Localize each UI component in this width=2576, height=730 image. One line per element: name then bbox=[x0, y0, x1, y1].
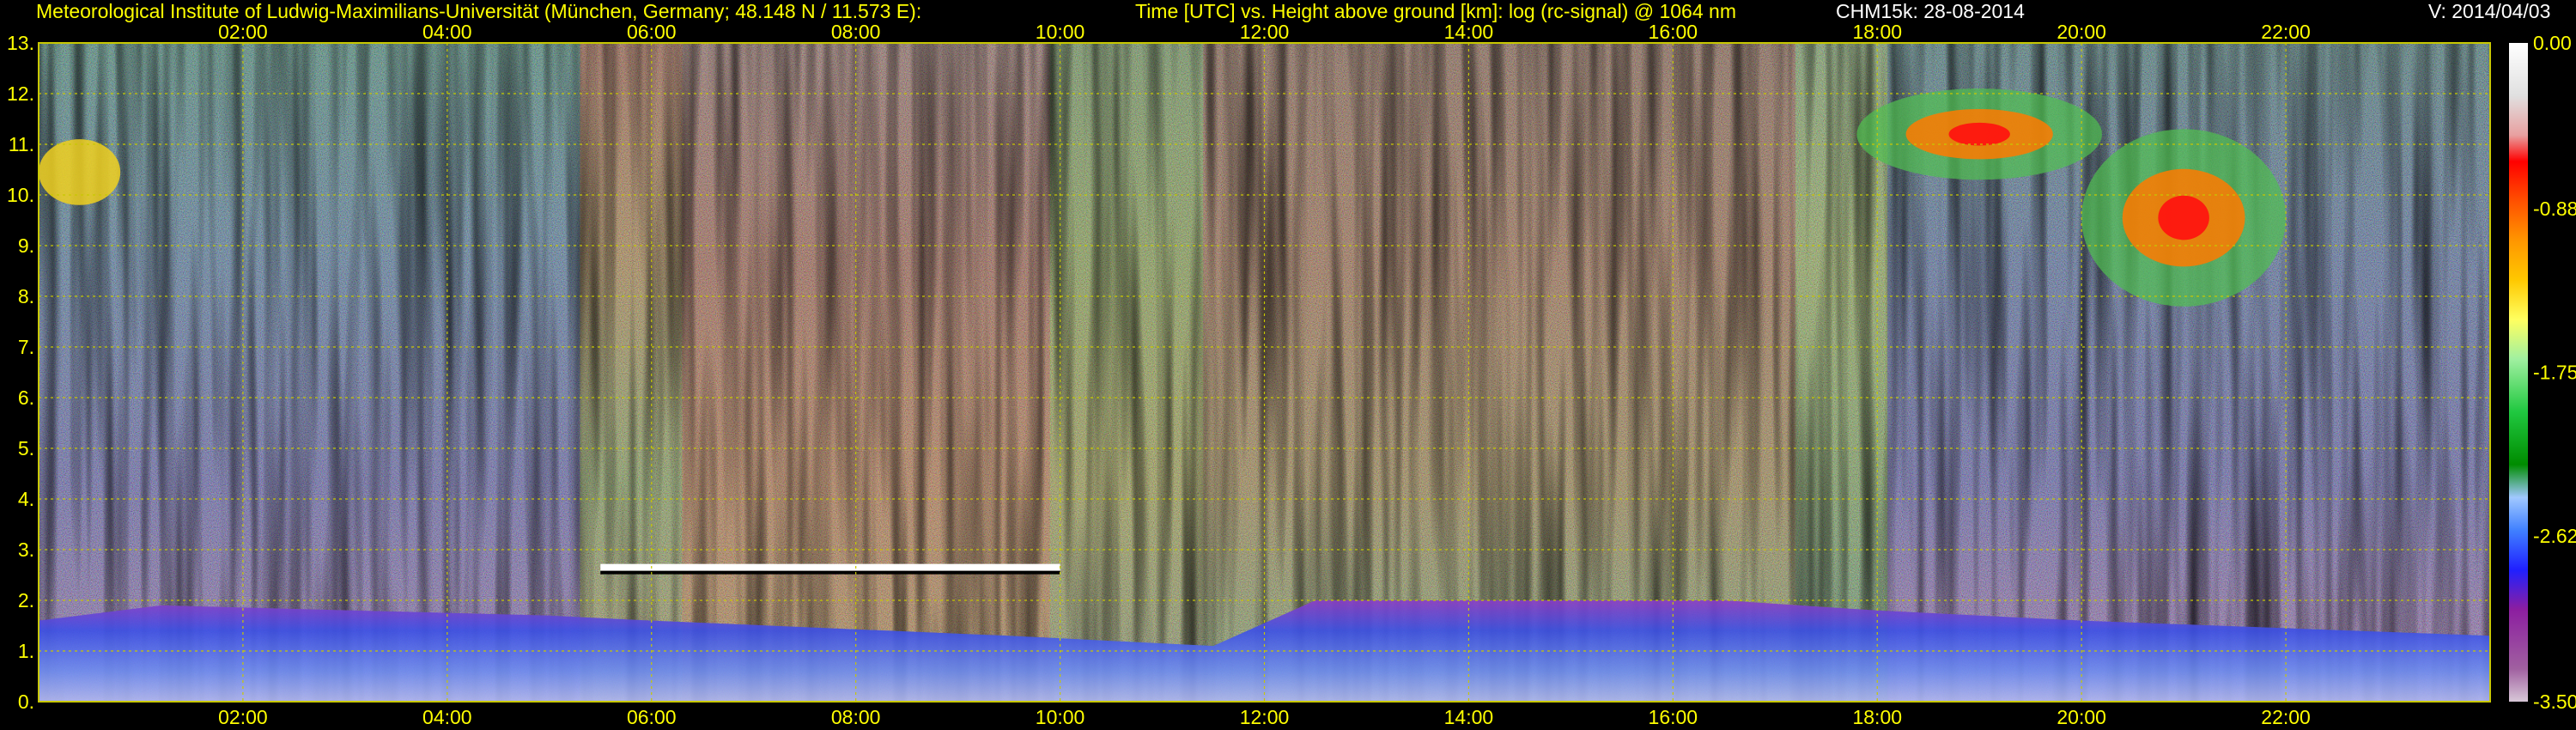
x-tick-label-top: 14:00 bbox=[1444, 21, 1494, 43]
x-tick-label-top: 02:00 bbox=[218, 21, 268, 43]
y-tick-label: 10. bbox=[7, 184, 34, 206]
x-tick-label-bottom: 02:00 bbox=[218, 706, 268, 728]
x-tick-label-bottom: 22:00 bbox=[2261, 706, 2311, 728]
x-tick-label-top: 12:00 bbox=[1240, 21, 1290, 43]
x-tick-label-top: 18:00 bbox=[1852, 21, 1902, 43]
colorbar-tick-label: 0.00 bbox=[2533, 32, 2572, 54]
x-tick-label-bottom: 18:00 bbox=[1852, 706, 1902, 728]
y-tick-label: 4. bbox=[18, 488, 34, 510]
colorbar-labels: 0.00 -0.88 -1.75 -2.62 -3.50 bbox=[2533, 32, 2576, 713]
y-tick-label: 9. bbox=[18, 234, 34, 257]
y-axis-labels: 0. 1. 2. 3. 4. 5. 6. 7. 8. 9. 10. 11. 12. 13. bbox=[7, 32, 34, 713]
chart-title: Time [UTC] vs. Height above ground [km]:… bbox=[1135, 0, 1736, 22]
colorbar-tick-label: -1.75 bbox=[2533, 362, 2576, 384]
x-tick-label-bottom: 04:00 bbox=[422, 706, 472, 728]
x-axis-labels-bottom: 02:00 04:00 06:00 08:00 10:00 12:00 14:00 16:00… bbox=[218, 706, 2311, 728]
y-tick-label: 5. bbox=[18, 437, 34, 459]
y-tick-label: 12. bbox=[7, 82, 34, 105]
plot-area bbox=[39, 43, 2490, 702]
x-axis-labels-top: 02:00 04:00 06:00 08:00 10:00 12:00 14:00 16:00… bbox=[218, 21, 2311, 43]
x-tick-label-top: 06:00 bbox=[627, 21, 677, 43]
low-cloud-layer bbox=[600, 563, 1060, 571]
colorbar-scale bbox=[2509, 43, 2528, 702]
y-tick-label: 8. bbox=[18, 285, 34, 307]
y-tick-label: 6. bbox=[18, 386, 34, 409]
x-tick-label-bottom: 16:00 bbox=[1649, 706, 1698, 728]
instrument-date-label: CHM15k: 28-08-2014 bbox=[1836, 0, 2025, 22]
x-tick-label-bottom: 20:00 bbox=[2057, 706, 2106, 728]
x-tick-label-bottom: 14:00 bbox=[1444, 706, 1494, 728]
x-tick-label-top: 22:00 bbox=[2261, 21, 2311, 43]
institute-label: Meteorological Institute of Ludwig-Maxim… bbox=[36, 0, 922, 22]
x-tick-label-bottom: 12:00 bbox=[1240, 706, 1290, 728]
colorbar-tick-label: -3.50 bbox=[2533, 690, 2576, 713]
colorbar-tick-label: -0.88 bbox=[2533, 198, 2576, 220]
colorbar: 0.00 -0.88 -1.75 -2.62 -3.50 bbox=[2509, 32, 2576, 713]
cirrus-cloud-evening-peak bbox=[1948, 122, 2010, 146]
x-tick-label-top: 04:00 bbox=[422, 21, 472, 43]
y-tick-label: 7. bbox=[18, 336, 34, 358]
x-tick-label-top: 10:00 bbox=[1036, 21, 1085, 43]
cirrus-cloud-evening-peak bbox=[2158, 195, 2209, 240]
x-tick-label-top: 08:00 bbox=[831, 21, 881, 43]
y-tick-label: 1. bbox=[18, 640, 34, 662]
x-tick-label-top: 16:00 bbox=[1649, 21, 1698, 43]
version-label: V: 2014/04/03 bbox=[2428, 0, 2551, 22]
y-tick-label: 13. bbox=[7, 32, 34, 54]
x-tick-label-bottom: 10:00 bbox=[1036, 706, 1085, 728]
x-tick-label-top: 20:00 bbox=[2057, 21, 2106, 43]
colorbar-tick-label: -2.62 bbox=[2533, 525, 2576, 547]
y-tick-label: 0. bbox=[18, 690, 34, 713]
y-tick-label: 3. bbox=[18, 538, 34, 561]
x-tick-label-bottom: 06:00 bbox=[627, 706, 677, 728]
y-tick-label: 2. bbox=[18, 589, 34, 611]
low-cloud-layer-shadow bbox=[600, 570, 1060, 575]
ceilometer-chart: 0. 1. 2. 3. 4. 5. 6. 7. 8. 9. 10. 11. 12. 13. 02:00 04… bbox=[7, 21, 2576, 728]
y-tick-label: 11. bbox=[9, 133, 34, 155]
x-tick-label-bottom: 08:00 bbox=[831, 706, 881, 728]
